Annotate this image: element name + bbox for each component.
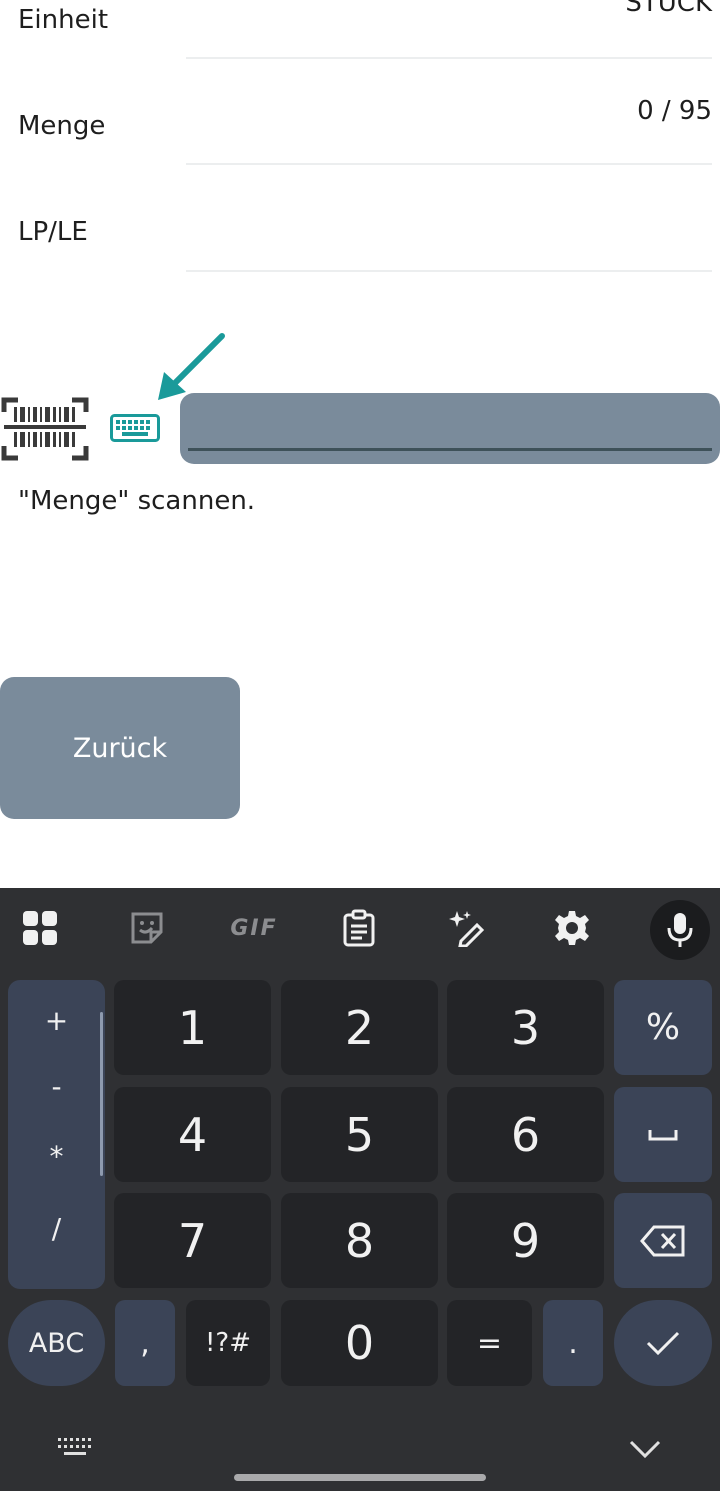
field-row-einheit: Einheit STÜCK	[0, 0, 720, 106]
abc-key[interactable]: ABC	[8, 1300, 105, 1386]
soft-keyboard: GIF + - * / 1 2 3 % 4 5 6 7 8 9 ABC , !?…	[0, 888, 720, 1491]
key-8[interactable]: 8	[281, 1193, 438, 1288]
key-9[interactable]: 9	[447, 1193, 604, 1288]
keyboard-toggle-icon[interactable]	[110, 414, 160, 442]
einheit-label: Einheit	[18, 5, 109, 35]
row-divider	[186, 163, 712, 165]
space-key[interactable]	[614, 1087, 712, 1182]
key-1[interactable]: 1	[114, 980, 271, 1075]
key-5[interactable]: 5	[281, 1087, 438, 1182]
gif-label: GIF	[230, 915, 278, 941]
key-2[interactable]: 2	[281, 980, 438, 1075]
equals-key[interactable]: =	[447, 1300, 532, 1386]
symbols-key[interactable]: !?#	[186, 1300, 270, 1386]
check-icon	[646, 1331, 680, 1356]
percent-key[interactable]: %	[614, 980, 712, 1075]
barcode-scanner-icon[interactable]	[0, 394, 90, 464]
keyboard-switch-icon[interactable]	[56, 1436, 96, 1460]
gif-icon[interactable]: GIF	[228, 904, 280, 952]
key-7[interactable]: 7	[114, 1193, 271, 1288]
divide-key[interactable]: /	[8, 1212, 105, 1245]
minus-key[interactable]: -	[8, 1070, 105, 1103]
scroll-indicator	[100, 1012, 103, 1176]
operator-key-column[interactable]: + - * /	[8, 980, 105, 1289]
hide-keyboard-icon[interactable]	[628, 1438, 662, 1460]
key-3[interactable]: 3	[447, 980, 604, 1075]
plus-key[interactable]: +	[8, 1004, 105, 1037]
clipboard-icon[interactable]	[335, 904, 383, 952]
settings-icon[interactable]	[548, 904, 596, 952]
scan-input[interactable]	[180, 393, 720, 464]
mic-icon[interactable]	[650, 900, 710, 960]
row-divider	[186, 270, 712, 272]
magic-pen-icon[interactable]	[442, 904, 490, 952]
lp-le-label: LP/LE	[18, 217, 88, 247]
back-button[interactable]: Zurück	[0, 677, 240, 819]
home-indicator[interactable]	[234, 1474, 486, 1481]
field-row-lp-le: LP/LE	[0, 212, 720, 318]
key-4[interactable]: 4	[114, 1087, 271, 1182]
scan-input-underline	[188, 448, 712, 451]
multiply-key[interactable]: *	[8, 1140, 105, 1173]
comma-key[interactable]: ,	[115, 1300, 175, 1386]
backspace-key[interactable]	[614, 1193, 712, 1288]
enter-key[interactable]	[614, 1300, 712, 1386]
sticker-icon[interactable]	[123, 904, 171, 952]
backspace-icon	[640, 1225, 685, 1256]
key-0[interactable]: 0	[281, 1300, 438, 1386]
menge-value: 0 / 95	[637, 96, 712, 126]
key-6[interactable]: 6	[447, 1087, 604, 1182]
field-row-menge: Menge 0 / 95	[0, 96, 720, 212]
row-divider	[186, 57, 712, 59]
einheit-value: STÜCK	[625, 0, 712, 18]
space-icon	[648, 1129, 678, 1140]
apps-grid-icon[interactable]	[16, 904, 64, 952]
period-key[interactable]: .	[543, 1300, 603, 1386]
menge-label: Menge	[18, 111, 106, 141]
scan-hint: "Menge" scannen.	[18, 486, 256, 516]
